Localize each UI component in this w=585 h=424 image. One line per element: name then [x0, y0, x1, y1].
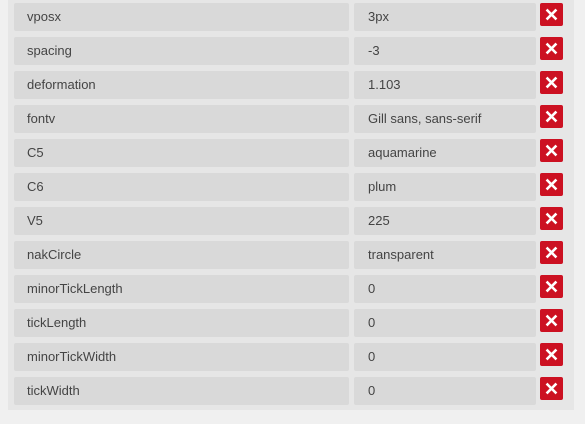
delete-property-button[interactable] — [540, 3, 563, 26]
close-icon — [545, 42, 558, 55]
delete-property-button[interactable] — [540, 37, 563, 60]
delete-property-button[interactable] — [540, 105, 563, 128]
delete-property-button[interactable] — [540, 173, 563, 196]
property-value-field[interactable]: 0 — [354, 343, 536, 371]
delete-property-button[interactable] — [540, 275, 563, 298]
property-row: deformation 1.103 — [8, 68, 574, 102]
property-key-field[interactable]: C6 — [14, 173, 349, 201]
close-icon — [545, 212, 558, 225]
property-row: spacing -3 — [8, 34, 574, 68]
close-icon — [545, 314, 558, 327]
delete-property-button[interactable] — [540, 377, 563, 400]
delete-property-button[interactable] — [540, 71, 563, 94]
property-key-field[interactable]: tickWidth — [14, 377, 349, 405]
property-value-field[interactable]: Gill sans, sans-serif — [354, 105, 536, 133]
property-value-field[interactable]: aquamarine — [354, 139, 536, 167]
property-row: nakCircle transparent — [8, 238, 574, 272]
close-icon — [545, 348, 558, 361]
property-row: C6 plum — [8, 170, 574, 204]
property-key-field[interactable]: minorTickLength — [14, 275, 349, 303]
close-icon — [545, 8, 558, 21]
property-row: V5 225 — [8, 204, 574, 238]
property-row: minorTickWidth 0 — [8, 340, 574, 374]
close-icon — [545, 280, 558, 293]
delete-property-button[interactable] — [540, 241, 563, 264]
property-row: vposx 3px — [8, 0, 574, 34]
property-key-field[interactable]: deformation — [14, 71, 349, 99]
property-row: C5 aquamarine — [8, 136, 574, 170]
property-key-field[interactable]: vposx — [14, 3, 349, 31]
property-key-field[interactable]: nakCircle — [14, 241, 349, 269]
property-value-field[interactable]: 0 — [354, 377, 536, 405]
close-icon — [545, 110, 558, 123]
property-key-field[interactable]: spacing — [14, 37, 349, 65]
property-row: tickLength 0 — [8, 306, 574, 340]
delete-property-button[interactable] — [540, 309, 563, 332]
property-value-field[interactable]: transparent — [354, 241, 536, 269]
close-icon — [545, 382, 558, 395]
close-icon — [545, 76, 558, 89]
property-value-field[interactable]: -3 — [354, 37, 536, 65]
delete-property-button[interactable] — [540, 207, 563, 230]
property-key-field[interactable]: V5 — [14, 207, 349, 235]
property-key-field[interactable]: C5 — [14, 139, 349, 167]
close-icon — [545, 144, 558, 157]
close-icon — [545, 178, 558, 191]
property-value-field[interactable]: 0 — [354, 275, 536, 303]
property-row: tickWidth 0 — [8, 374, 574, 408]
property-value-field[interactable]: plum — [354, 173, 536, 201]
close-icon — [545, 246, 558, 259]
property-row: minorTickLength 0 — [8, 272, 574, 306]
property-value-field[interactable]: 1.103 — [354, 71, 536, 99]
property-key-field[interactable]: minorTickWidth — [14, 343, 349, 371]
bottom-strip — [0, 410, 585, 424]
property-key-field[interactable]: fontv — [14, 105, 349, 133]
property-value-field[interactable]: 225 — [354, 207, 536, 235]
property-value-field[interactable]: 3px — [354, 3, 536, 31]
property-value-field[interactable]: 0 — [354, 309, 536, 337]
property-key-field[interactable]: tickLength — [14, 309, 349, 337]
delete-property-button[interactable] — [540, 343, 563, 366]
property-row: fontv Gill sans, sans-serif — [8, 102, 574, 136]
delete-property-button[interactable] — [540, 139, 563, 162]
property-list: vposx 3px spacing -3 deformation 1.103 fontv Gi… — [8, 0, 574, 410]
